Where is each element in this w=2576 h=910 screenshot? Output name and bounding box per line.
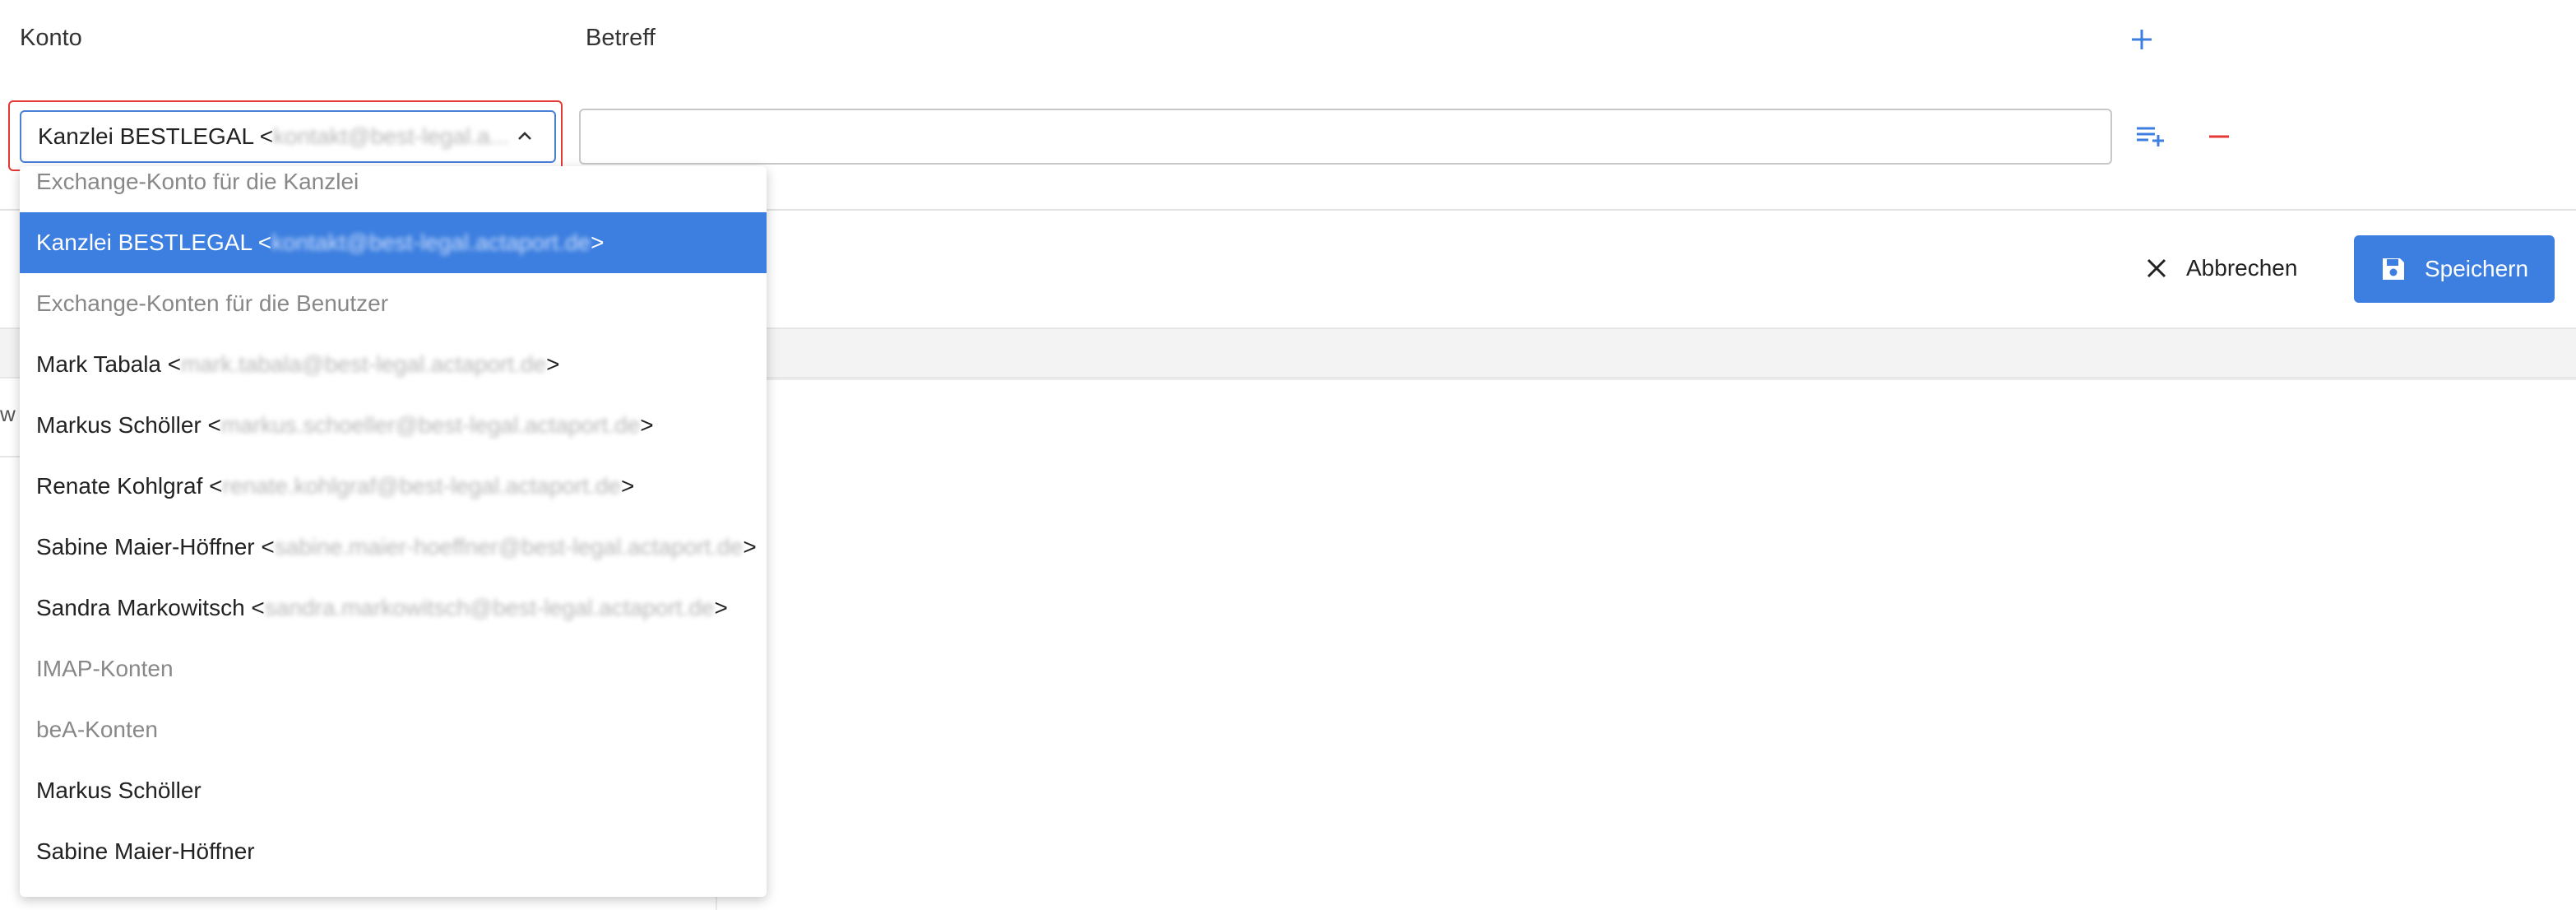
option-email: mark.tabala@best-legal.actaport.de — [181, 351, 547, 377]
group-label: beA-Konten — [36, 717, 158, 742]
cancel-button[interactable]: Abbrechen — [2137, 239, 2326, 298]
konto-dropdown-menu: Exchange-Konto für die Kanzlei Kanzlei BE… — [20, 166, 767, 897]
dropdown-option[interactable]: Markus Schöller < markus.schoeller@best-l… — [20, 395, 767, 456]
dropdown-option[interactable]: Markus Schöller — [20, 760, 767, 821]
option-email: sandra.markowitsch@best-legal.actaport.d… — [264, 595, 715, 620]
dropdown-option[interactable]: Renate Kohlgraf < renate.kohlgraf@best-le… — [20, 456, 767, 517]
option-email: sabine.maier-hoeffner@best-legal.actapor… — [274, 534, 744, 559]
option-email-close: > — [546, 351, 560, 377]
dropdown-group-header: Exchange-Konten für die Benutzer — [20, 273, 767, 334]
dropdown-option[interactable]: Sabine Maier-Höffner — [20, 821, 767, 882]
option-name: Sabine Maier-Höffner < — [36, 534, 275, 559]
konto-label: Konto — [20, 25, 82, 51]
add-row-button[interactable] — [2132, 118, 2171, 155]
floppy-disk-icon — [2382, 258, 2404, 280]
betreff-label: Betreff — [586, 25, 656, 51]
save-button[interactable]: Speichern — [2354, 235, 2555, 303]
konto-select[interactable]: Kanzlei BESTLEGAL <kontakt@best-legal.a.… — [20, 110, 556, 163]
option-email: renate.kohlgraf@best-legal.actaport.de — [222, 473, 622, 499]
option-email-close: > — [591, 230, 605, 255]
option-name: Markus Schöller — [36, 778, 202, 803]
dropdown-group-header: Exchange-Konto für die Kanzlei — [20, 166, 767, 212]
selected-account-name: Kanzlei BESTLEGAL < — [38, 123, 274, 149]
close-icon — [2147, 258, 2166, 278]
option-name: Kanzlei BESTLEGAL < — [36, 230, 272, 255]
dropdown-group-header: IMAP-Konten — [20, 638, 767, 699]
betreff-input[interactable] — [579, 109, 2112, 165]
option-email-close: > — [743, 534, 757, 559]
option-name: Renate Kohlgraf < — [36, 473, 223, 499]
option-email-close: > — [640, 412, 654, 438]
minus-icon — [2209, 135, 2229, 138]
option-name: Sandra Markowitsch < — [36, 595, 265, 620]
dropdown-option[interactable]: Sandra Markowitsch < sandra.markowitsch@b… — [20, 578, 767, 638]
dropdown-option[interactable]: Kanzlei BESTLEGAL < kontakt@best-legal.ac… — [20, 212, 767, 273]
option-email-close: > — [714, 595, 728, 620]
content-panel — [716, 378, 2576, 910]
dropdown-group-header: beA-Konten — [20, 699, 767, 760]
remove-row-button[interactable] — [2204, 120, 2234, 153]
option-name: Mark Tabala < — [36, 351, 182, 377]
cancel-label: Abbrechen — [2186, 255, 2298, 281]
playlist-add-icon — [2137, 127, 2164, 146]
dropdown-option[interactable]: Sabine Maier-Höffner < sabine.maier-hoeff… — [20, 517, 767, 578]
selected-account-email: kontakt@best-legal.a... — [273, 123, 509, 149]
option-name: Sabine Maier-Höffner — [36, 838, 255, 864]
option-name: Markus Schöller < — [36, 412, 221, 438]
option-email: markus.schoeller@best-legal.actaport.de — [220, 412, 641, 438]
chevron-up-icon — [518, 132, 531, 140]
save-label: Speichern — [2424, 256, 2529, 281]
option-email-close: > — [621, 473, 635, 499]
add-button[interactable] — [2127, 25, 2157, 54]
dropdown-option[interactable]: Mark Tabala < mark.tabala@best-legal.acta… — [20, 334, 767, 395]
plus-icon — [2132, 30, 2152, 49]
group-label: Exchange-Konten für die Benutzer — [36, 290, 389, 316]
option-email: kontakt@best-legal.actaport.de — [271, 230, 591, 255]
group-label: IMAP-Konten — [36, 656, 174, 681]
group-label: Exchange-Konto für die Kanzlei — [36, 169, 359, 194]
